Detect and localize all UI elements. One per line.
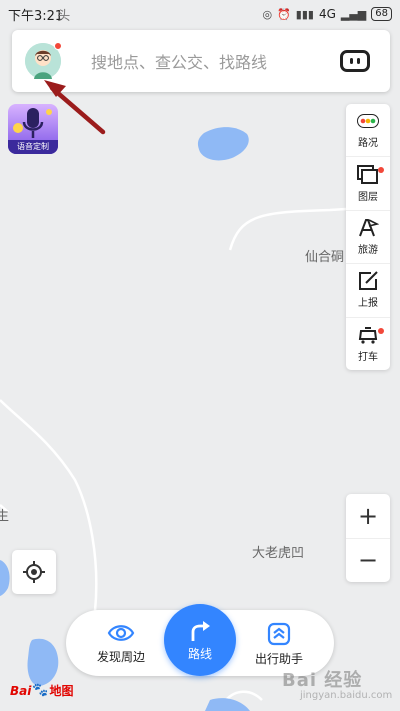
map-tools-toolbar: 路况 图层 旅游 上报 打车 [346, 104, 390, 370]
tool-taxi[interactable]: 打车 [346, 318, 390, 370]
tool-layers-label: 图层 [358, 191, 378, 203]
logo-paw-icon: 🐾 [32, 683, 49, 698]
discover-nearby-button[interactable]: 发现周边 [76, 622, 166, 665]
report-icon [357, 271, 379, 291]
signal-icon: ▮▮▮ [295, 7, 314, 21]
alarm-icon: ⏰ [277, 7, 291, 21]
voice-custom-label: 语音定制 [8, 140, 58, 154]
traffic-icon [357, 111, 379, 131]
zoom-out-button[interactable]: − [346, 539, 390, 583]
status-time: 下午3:21 [8, 8, 64, 24]
tool-report-label: 上报 [358, 298, 378, 310]
tool-travel-label: 旅游 [358, 245, 378, 257]
microphone-icon [13, 108, 52, 138]
voice-assistant-icon[interactable] [340, 50, 370, 72]
signal-bars-icon: ▂▄▆ [340, 7, 367, 21]
tool-traffic-label: 路况 [358, 138, 378, 150]
map-label-edge: 生 [0, 509, 10, 524]
tool-layers[interactable]: 图层 [346, 157, 390, 211]
logo-ditu: 地图 [49, 684, 74, 698]
search-bar[interactable]: 搜地点、查公交、找路线 [12, 30, 390, 92]
nfc-icon: ◎ [262, 7, 273, 21]
layers-icon [357, 164, 379, 185]
baidu-map-logo: Bai 🐾 地图 [10, 682, 74, 699]
network-type: 4G [318, 7, 336, 21]
zoom-in-button[interactable]: + [346, 494, 390, 539]
map-label-dalaohu: 大老虎凹 [252, 546, 305, 561]
status-map-fragment: 头 [57, 8, 71, 24]
status-bar: 下午3:21 头 ◎ ⏰ ▮▮▮ 4G ▂▄▆ 68 [0, 0, 400, 28]
travel-assistant-label: 出行助手 [254, 652, 303, 666]
double-chevron-up-icon [267, 622, 291, 646]
taxi-icon [357, 325, 379, 345]
route-button[interactable]: 路线 [164, 604, 236, 676]
zoom-controls: + − [346, 494, 390, 582]
locate-button[interactable] [12, 550, 56, 594]
tool-travel[interactable]: 旅游 [346, 211, 390, 265]
map-label-xianhe: 仙合硐 [305, 250, 345, 265]
discover-nearby-label: 发现周边 [96, 650, 145, 664]
user-avatar[interactable] [25, 42, 62, 79]
watermark-url: jingyan.baidu.com [300, 690, 393, 701]
voice-custom-badge[interactable]: 语音定制 [8, 104, 58, 154]
search-input[interactable]: 搜地点、查公交、找路线 [91, 49, 340, 73]
battery-indicator: 68 [371, 7, 392, 21]
route-label: 路线 [187, 646, 212, 661]
tool-report[interactable]: 上报 [346, 264, 390, 318]
notification-dot [54, 42, 62, 50]
tool-taxi-label: 打车 [358, 351, 378, 363]
travel-icon [357, 218, 379, 238]
travel-assistant-button[interactable]: 出行助手 [234, 622, 324, 667]
taxi-notification-dot [378, 327, 384, 334]
layers-notification-dot [378, 167, 384, 174]
locate-icon [23, 561, 45, 583]
logo-bai: Bai [10, 683, 32, 698]
watermark: Bai 经验 [282, 670, 363, 691]
route-arrow-icon [191, 620, 210, 641]
eye-icon [107, 625, 135, 641]
tool-traffic[interactable]: 路况 [346, 104, 390, 158]
